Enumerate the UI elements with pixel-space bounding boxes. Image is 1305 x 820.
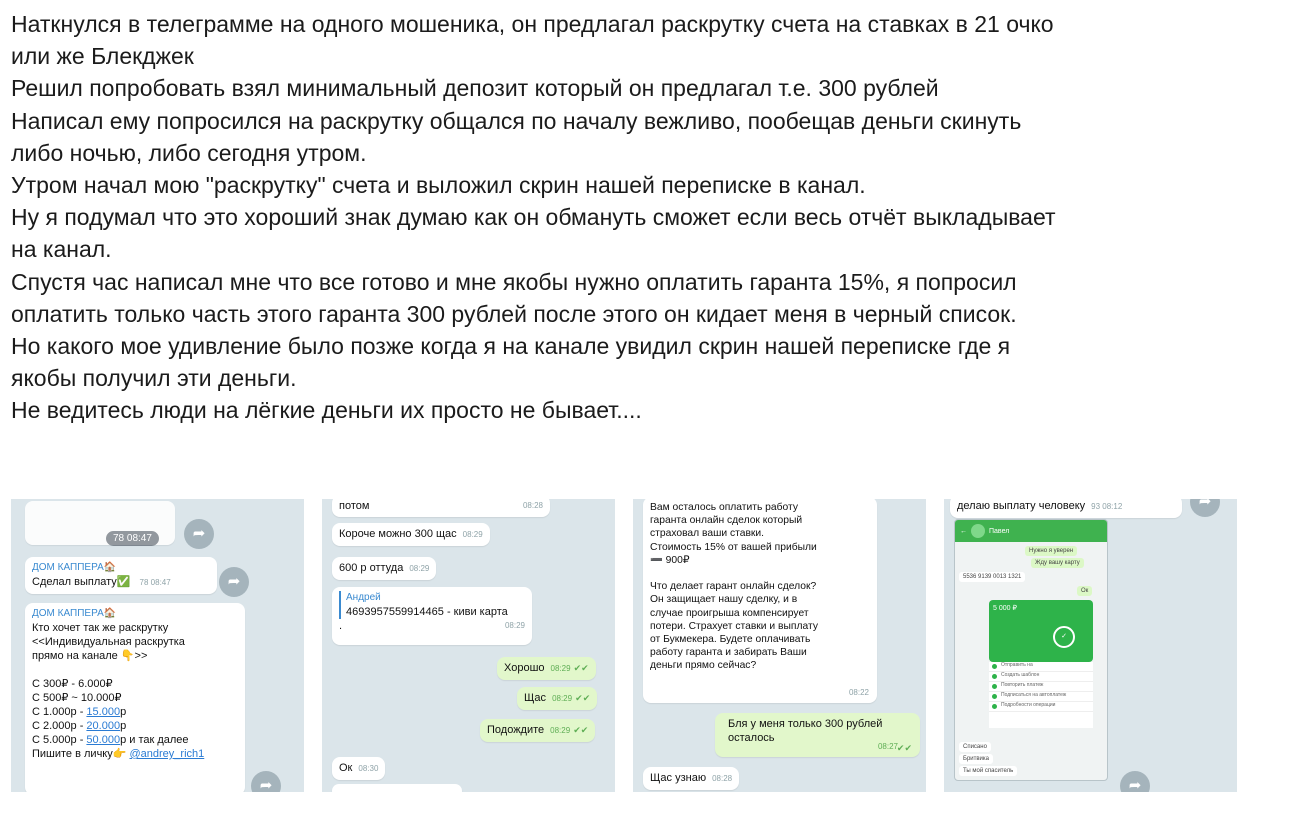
- message-bubble: делаю выплату человеку 93 08:12: [950, 499, 1182, 518]
- post-line: Не ведитесь люди на лёгкие деньги их про…: [11, 397, 642, 424]
- message-text: Сделал выплату✅: [32, 576, 131, 588]
- share-button[interactable]: ➦: [1190, 499, 1220, 517]
- screenshot-gallery: 78 08:47 ➦ ДОМ КАППЕРА🏠 Сделал выплату✅ …: [11, 499, 1237, 792]
- outgoing-message: Бля у меня только 300 рублей осталось 08…: [715, 713, 920, 757]
- message-bubble: Вам осталось оплатить работу гаранта онл…: [643, 499, 877, 703]
- sender-name: ДОМ КАППЕРА🏠: [32, 562, 117, 573]
- screenshot-3[interactable]: Вам осталось оплатить работу гаранта онл…: [633, 499, 926, 792]
- post-line: якобы получил эти деньги.: [11, 365, 297, 392]
- message-meta: 78 08:47: [139, 578, 171, 587]
- share-button[interactable]: ➦: [1120, 771, 1150, 792]
- message-bubble: потом 08:28: [332, 499, 550, 517]
- post-line: Спустя час написал мне что все готово и …: [11, 268, 1017, 295]
- username-link: @andrey_rich1: [129, 748, 205, 760]
- promo-line: С 1.000р - 15.000р: [32, 706, 127, 718]
- embedded-phone-screenshot: ← Павел Нужно я уверен Жду вашу карту 55…: [954, 519, 1108, 781]
- sender-name: ДОМ КАППЕРА🏠: [32, 608, 117, 619]
- share-button[interactable]: ➦: [184, 519, 214, 549]
- post-line: на канал.: [11, 236, 112, 263]
- guarantor-message: Вам осталось оплатить работу гаранта онл…: [650, 502, 818, 672]
- post-line: Написал ему попросился на раскрутку обща…: [11, 107, 1022, 134]
- payment-receipt: 5 000 ₽ ✓: [989, 600, 1093, 662]
- promo-text: Кто хочет так же раскрутку <<Индивидуаль…: [32, 622, 185, 704]
- promo-line: С 2.000р - 20.000р: [32, 720, 127, 732]
- message-bubble: ДОМ КАППЕРА🏠 Сделал выплату✅ 78 08:47: [25, 557, 217, 594]
- promo-line: С 5.000р - 50.000р и так далее: [32, 734, 189, 746]
- post-line: Но какого мое удивление было позже когда…: [11, 333, 1011, 360]
- screenshot-2[interactable]: потом 08:28 Короче можно 300 щас 08:29 600…: [322, 499, 615, 792]
- post-line: Решил попробовать взял минимальный депоз…: [11, 75, 939, 102]
- message-bubble: Короче можно 300 щас 08:29: [332, 523, 490, 546]
- post-line: оплатить только часть этого гаранта 300 …: [11, 300, 1017, 327]
- screenshot-4[interactable]: делаю выплату человеку 93 08:12 ➦ ← Павел…: [944, 499, 1237, 792]
- share-button[interactable]: ➦: [251, 771, 281, 792]
- back-icon: ←: [960, 527, 967, 535]
- message-bubble: 600 р оттуда 08:29: [332, 557, 437, 580]
- message-bubble: Ок 08:30: [332, 757, 386, 780]
- chat-header: ← Павел: [955, 520, 1107, 542]
- message-bubble: ДОМ КАППЕРА🏠 Кто хочет так же раскрутку …: [25, 603, 245, 792]
- check-icon: ✓: [1053, 626, 1075, 648]
- message-bubble: Андрей 4693957559914465 - киви карта . 08…: [332, 587, 532, 645]
- post-line: Ну я подумал что это хороший знак думаю …: [11, 204, 1056, 231]
- reply-author: Андрей: [346, 592, 381, 603]
- post-text: Наткнулся в телеграмме на одного мошеник…: [11, 8, 1296, 427]
- card-number: 4693957559914465 - киви карта: [346, 606, 508, 618]
- screenshot-1[interactable]: 78 08:47 ➦ ДОМ КАППЕРА🏠 Сделал выплату✅ …: [11, 499, 304, 792]
- views-counter: 78 08:47: [106, 531, 159, 546]
- message-bubble: [332, 784, 462, 792]
- share-button[interactable]: ➦: [219, 567, 249, 597]
- post-line: Наткнулся в телеграмме на одного мошеник…: [11, 11, 1054, 37]
- outgoing-message: Хорошо 08:29 ✔✔: [497, 657, 596, 680]
- outgoing-message: Подождите 08:29 ✔✔: [480, 719, 596, 742]
- receipt-actions: Отправить на Создать шаблон Повторить пл…: [989, 662, 1093, 728]
- avatar: [971, 524, 985, 538]
- post-line: либо ночью, либо сегодня утром.: [11, 139, 367, 166]
- post-line: Утром начал мою "раскрутку" счета и выло…: [11, 172, 866, 199]
- message-bubble: Щас узнаю 08:28: [643, 767, 740, 790]
- outgoing-message: Щас 08:29 ✔✔: [517, 687, 598, 710]
- post-line: или же Блекджек: [11, 43, 194, 70]
- promo-line: Пишите в личку👉 @andrey_rich1: [32, 748, 205, 760]
